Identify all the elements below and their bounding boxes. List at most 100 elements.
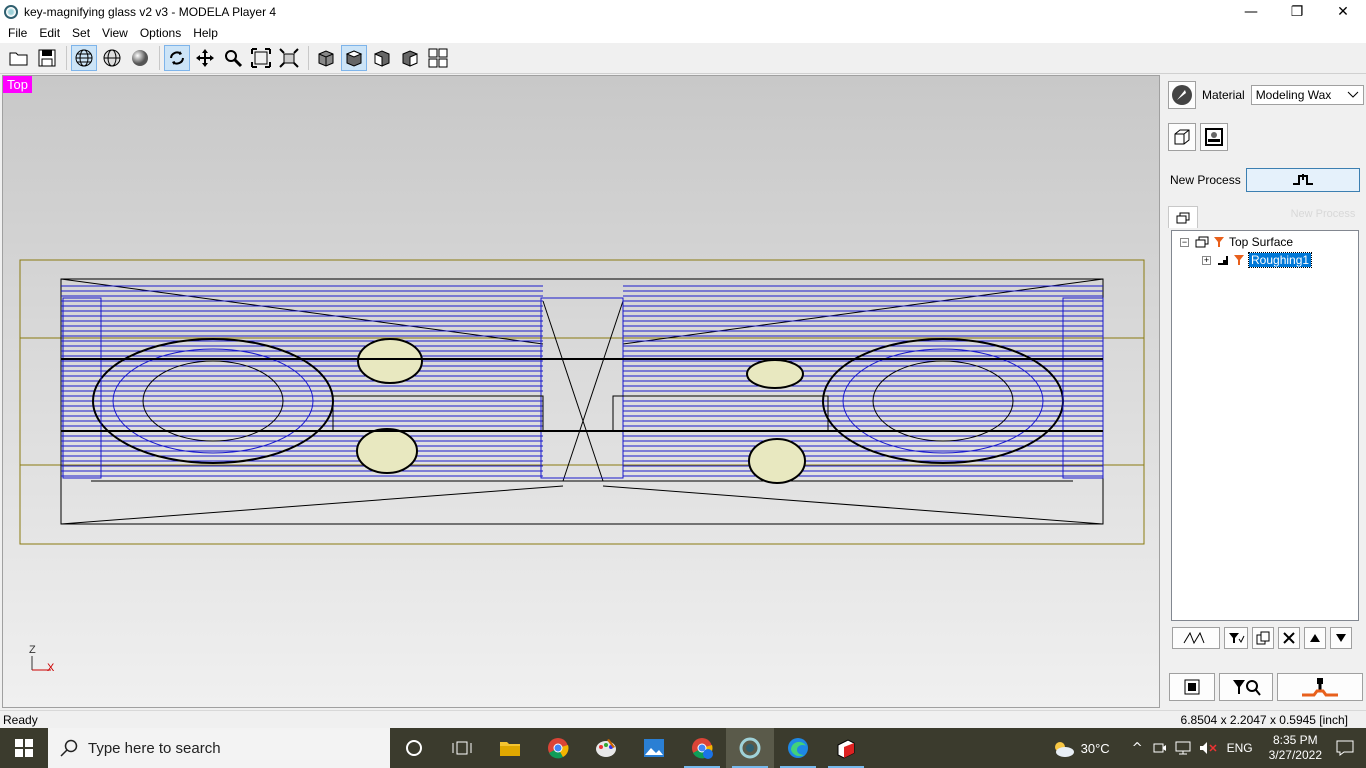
move-down-button[interactable] <box>1330 627 1352 649</box>
view-side-icon[interactable] <box>397 45 423 71</box>
tool-icon <box>1234 255 1244 265</box>
pan-icon[interactable] <box>192 45 218 71</box>
delete-process-button[interactable] <box>1278 627 1300 649</box>
view-top-icon[interactable] <box>341 45 367 71</box>
process-tree[interactable]: − Top Surface + Roughing1 <box>1171 230 1359 621</box>
material-value: Modeling Wax <box>1255 88 1332 102</box>
clock-time: 8:35 PM <box>1272 733 1318 747</box>
stock-setup-button[interactable] <box>1200 123 1228 151</box>
rotate-icon[interactable] <box>164 45 190 71</box>
expand-icon[interactable]: + <box>1202 255 1211 265</box>
volume-muted-icon[interactable] <box>1199 741 1217 755</box>
model-dimensions: 6.8504 x 2.2047 x 0.5945 [inch] <box>1180 713 1348 727</box>
menu-set[interactable]: Set <box>66 26 96 40</box>
taskbar: Type here to search 30°C ^ ENG 8:35 PM 3… <box>0 728 1366 768</box>
chevron-up-icon[interactable]: ^ <box>1132 741 1143 756</box>
tree-item-roughing1[interactable]: + Roughing1 <box>1202 252 1313 268</box>
save-icon[interactable] <box>34 45 60 71</box>
stop-button[interactable] <box>1169 673 1215 701</box>
new-process-button[interactable] <box>1246 168 1360 192</box>
cut-button[interactable] <box>1277 673 1363 701</box>
minimize-button[interactable]: — <box>1228 0 1274 23</box>
mesh-icon[interactable] <box>99 45 125 71</box>
preview-cutting-button[interactable] <box>1219 673 1273 701</box>
material-label: Material <box>1202 88 1245 102</box>
modela-player-icon[interactable] <box>726 728 774 768</box>
search-placeholder: Type here to search <box>88 739 221 757</box>
app-icon <box>4 4 18 19</box>
tool-icon <box>1214 237 1224 247</box>
paint-icon[interactable] <box>582 728 630 768</box>
photos-icon[interactable] <box>630 728 678 768</box>
edit-process-button[interactable] <box>1224 627 1248 649</box>
window-title: key-magnifying glass v2 v3 - MODELA Play… <box>24 4 277 19</box>
toolbar <box>0 43 1366 74</box>
menu-bar: File Edit Set View Options Help <box>0 23 1366 43</box>
start-button[interactable] <box>0 728 48 768</box>
chevron-down-icon <box>1347 91 1359 98</box>
close-button[interactable]: ✕ <box>1320 0 1366 23</box>
move-up-button[interactable] <box>1304 627 1326 649</box>
restore-button[interactable]: ❐ <box>1274 0 1320 23</box>
tree-item-label: Top Surface <box>1229 235 1294 249</box>
view-iso-icon[interactable] <box>313 45 339 71</box>
status-bar: Ready 6.8504 x 2.2047 x 0.5945 [inch] <box>0 710 1366 728</box>
copy-process-button[interactable] <box>1252 627 1274 649</box>
task-view-icon[interactable] <box>438 728 486 768</box>
open-icon[interactable] <box>6 45 32 71</box>
roughing-icon <box>1218 256 1228 265</box>
search-icon <box>60 739 78 757</box>
weather-icon <box>1054 742 1074 757</box>
window-controls: — ❐ ✕ <box>1228 0 1366 23</box>
tree-item-label: Roughing1 <box>1247 252 1313 268</box>
axis-z-label: Z <box>29 644 36 656</box>
menu-options[interactable]: Options <box>134 26 187 40</box>
toolbar-separator <box>159 46 160 70</box>
zoom-fit-icon[interactable] <box>248 45 274 71</box>
zoom-box-icon[interactable] <box>276 45 302 71</box>
vpanel-icon[interactable] <box>822 728 870 768</box>
new-process-label: New Process <box>1170 173 1241 187</box>
title-bar: key-magnifying glass v2 v3 - MODELA Play… <box>0 0 1366 23</box>
view-quad-icon[interactable] <box>425 45 451 71</box>
cortana-icon[interactable] <box>390 728 438 768</box>
zoom-icon[interactable] <box>220 45 246 71</box>
meet-now-icon[interactable] <box>1153 741 1167 755</box>
menu-view[interactable]: View <box>96 26 134 40</box>
language-indicator[interactable]: ENG <box>1227 741 1253 755</box>
process-panel: Material Modeling Wax New Process New Pr… <box>1162 75 1366 708</box>
3d-viewport[interactable]: Top Z X <box>2 75 1160 708</box>
chrome-profile-icon[interactable] <box>678 728 726 768</box>
chrome-icon[interactable] <box>534 728 582 768</box>
material-icon[interactable] <box>1168 81 1196 109</box>
windows-logo-icon <box>15 739 33 757</box>
tree-item-top-surface[interactable]: − Top Surface <box>1180 235 1293 249</box>
menu-edit[interactable]: Edit <box>33 26 66 40</box>
system-tray: 30°C ^ ENG 8:35 PM 3/27/2022 <box>1051 728 1366 768</box>
path-preview-button[interactable] <box>1172 627 1220 649</box>
new-process-icon <box>1293 174 1313 185</box>
notification-icon[interactable] <box>1336 740 1354 756</box>
surface-icon <box>1195 236 1209 248</box>
menu-help[interactable]: Help <box>187 26 224 40</box>
edge-icon[interactable] <box>774 728 822 768</box>
windows-icon <box>1176 212 1190 223</box>
toolbar-separator <box>308 46 309 70</box>
wireframe-icon[interactable] <box>71 45 97 71</box>
model-toolpath-view <box>19 259 1145 545</box>
status-text: Ready <box>3 713 38 727</box>
network-icon[interactable] <box>1175 741 1191 755</box>
tab-process-tree[interactable] <box>1168 206 1198 228</box>
weather-temp[interactable]: 30°C <box>1081 741 1110 756</box>
menu-file[interactable]: File <box>2 26 33 40</box>
collapse-icon[interactable]: − <box>1180 237 1189 247</box>
file-explorer-icon[interactable] <box>486 728 534 768</box>
view-front-icon[interactable] <box>369 45 395 71</box>
model-setup-button[interactable] <box>1168 123 1196 151</box>
clock[interactable]: 8:35 PM 3/27/2022 <box>1255 733 1336 763</box>
new-process-ghost-text: New Process <box>1290 208 1356 220</box>
material-select[interactable]: Modeling Wax <box>1250 85 1364 105</box>
shaded-icon[interactable] <box>127 45 153 71</box>
taskbar-search[interactable]: Type here to search <box>48 728 390 768</box>
axis-x-label: X <box>47 662 55 674</box>
